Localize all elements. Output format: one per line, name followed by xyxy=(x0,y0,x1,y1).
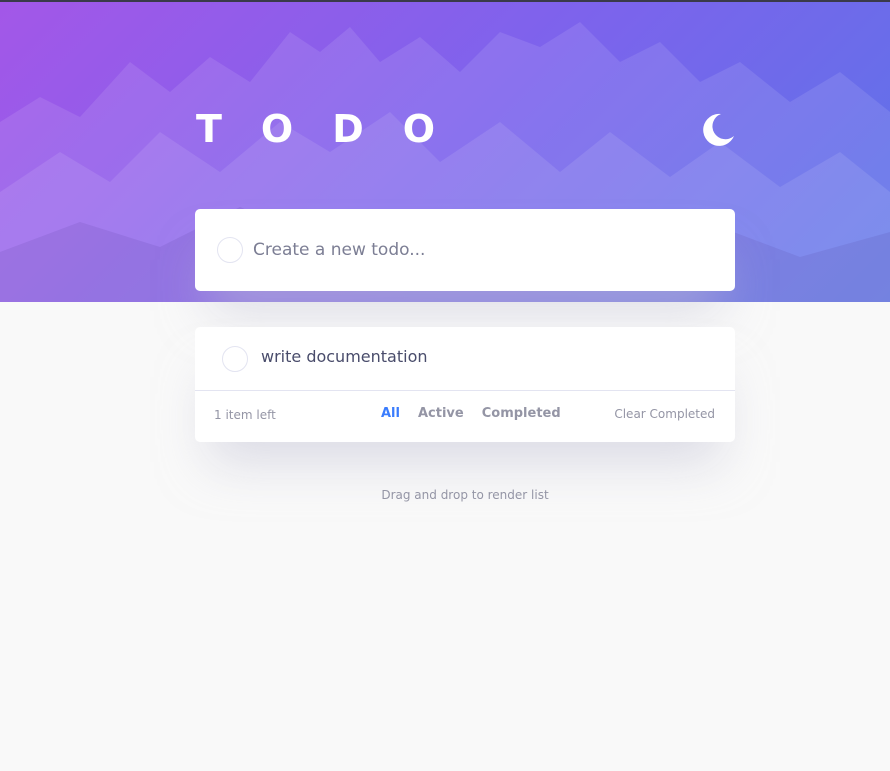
new-todo-input[interactable] xyxy=(253,233,693,267)
drag-drop-hint: Drag and drop to render list xyxy=(381,488,549,502)
clear-completed-button[interactable]: Clear Completed xyxy=(614,407,715,421)
items-left-counter: 1 item left xyxy=(214,408,276,422)
todo-app: TODO write documentation 1 item left All… xyxy=(0,0,890,771)
filter-completed[interactable]: Completed xyxy=(482,406,561,421)
filter-active[interactable]: Active xyxy=(418,406,464,421)
todo-checkbox[interactable] xyxy=(222,346,248,372)
app-title: TODO xyxy=(196,107,475,151)
theme-toggle-button[interactable] xyxy=(700,112,736,148)
new-todo-card xyxy=(195,209,735,291)
window-top-border xyxy=(0,0,890,2)
filter-all[interactable]: All xyxy=(381,406,400,421)
todo-text: write documentation xyxy=(261,347,428,366)
new-todo-checkbox[interactable] xyxy=(217,237,243,263)
todo-item[interactable]: write documentation xyxy=(195,327,735,391)
moon-icon xyxy=(703,113,734,146)
filter-group: All Active Completed xyxy=(381,406,579,421)
todo-list-card: write documentation 1 item left All Acti… xyxy=(195,327,735,442)
list-footer: 1 item left All Active Completed Clear C… xyxy=(195,392,735,442)
